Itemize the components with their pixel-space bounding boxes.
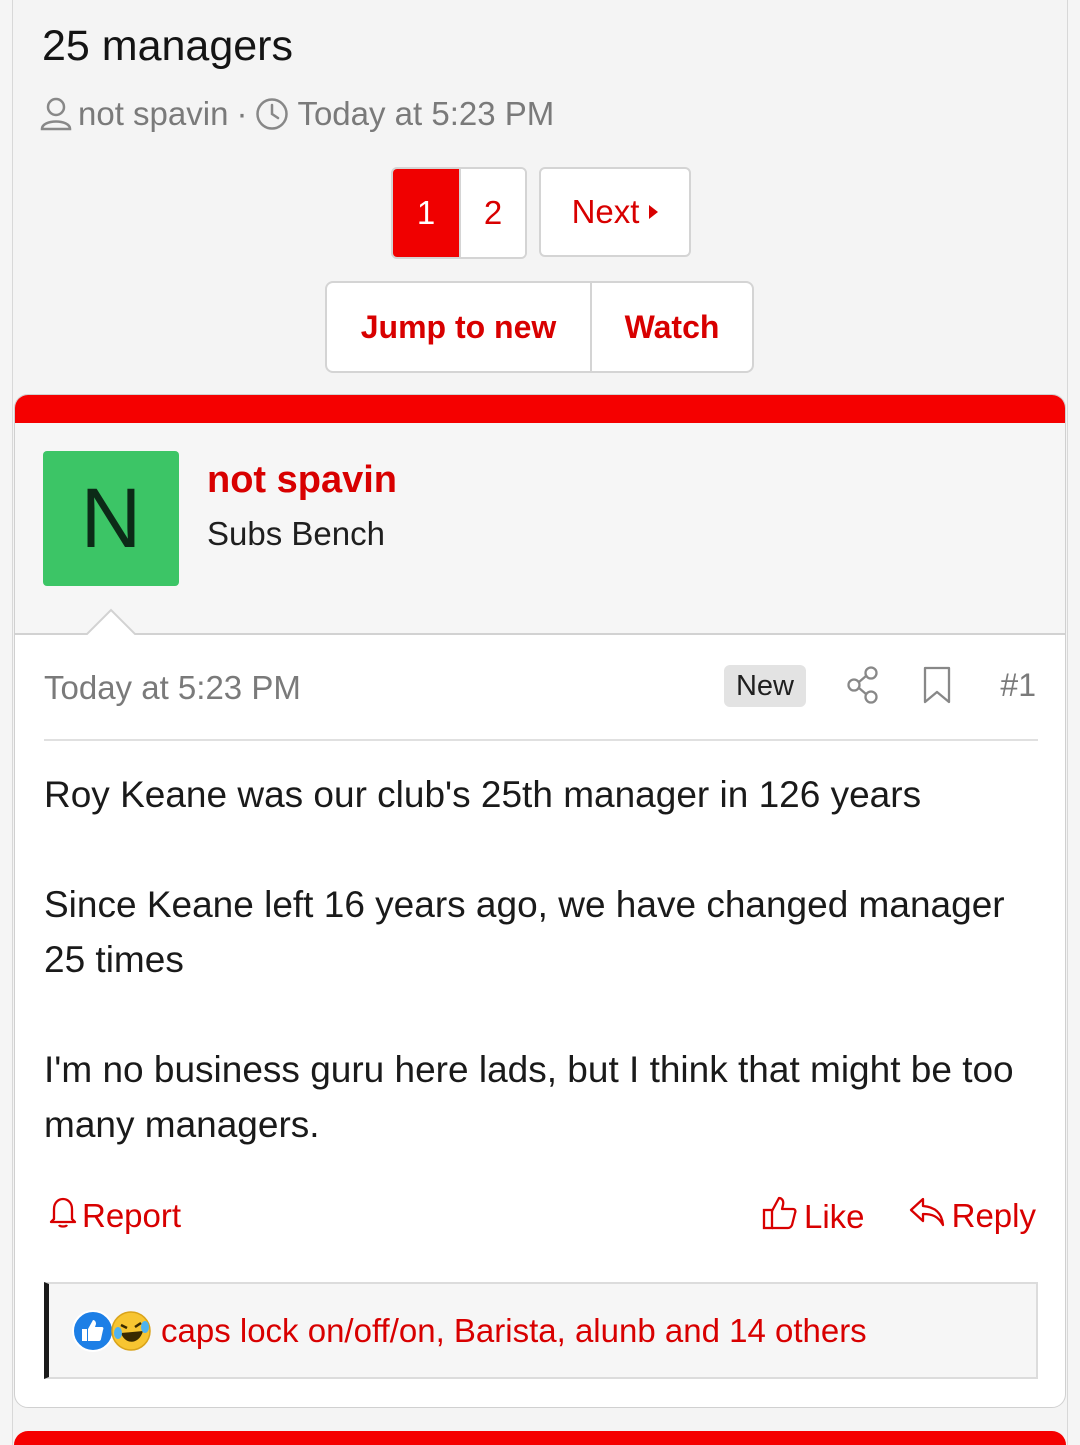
reply-label: Reply (951, 1197, 1036, 1234)
thumbs-up-icon (762, 1195, 798, 1239)
report-button[interactable]: Report (48, 1195, 181, 1237)
like-label: Like (804, 1198, 865, 1235)
post-paragraph: Roy Keane was our club's 25th manager in… (44, 774, 922, 815)
laugh-reaction-icon (111, 1310, 151, 1351)
jump-to-new-button[interactable]: Jump to new (327, 283, 590, 371)
pagination: 1 2 Next (391, 167, 691, 259)
thread-title: 25 managers (42, 22, 293, 70)
thread-author-link[interactable]: not spavin (78, 95, 228, 133)
next-post-top-bar (14, 1431, 1066, 1445)
user-block-pointer (86, 608, 136, 635)
post-footer: Report Like Reply (44, 1195, 1038, 1239)
user-title: Subs Bench (207, 515, 385, 552)
watch-button[interactable]: Watch (590, 283, 752, 371)
page-number-group: 1 2 (391, 167, 527, 259)
reply-icon (908, 1195, 946, 1237)
post: N not spavin Subs Bench Today at 5:23 PM… (14, 394, 1066, 1408)
reactions-bar[interactable]: caps lock on/off/on, Barista, alunb and … (44, 1282, 1038, 1379)
reply-button[interactable]: Reply (908, 1195, 1036, 1237)
reaction-icons (71, 1309, 153, 1353)
caret-right-icon (649, 205, 659, 219)
avatar[interactable]: N (43, 451, 179, 586)
meta-separator: · (236, 95, 248, 132)
post-top-bar (15, 395, 1065, 423)
next-page-button[interactable]: Next (539, 167, 691, 257)
post-user-block: N not spavin Subs Bench (15, 423, 1065, 635)
post-paragraph: I'm no business guru here lads, but I th… (44, 1049, 1014, 1145)
thread-meta: not spavin · Today at 5:23 PM (40, 92, 554, 136)
report-label: Report (82, 1197, 182, 1234)
bell-icon (48, 1195, 78, 1237)
thread-time[interactable]: Today at 5:23 PM (297, 95, 554, 133)
post-header: Today at 5:23 PM New #1 (44, 637, 1038, 741)
reactions-text: caps lock on/off/on, Barista, alunb and … (161, 1311, 867, 1349)
page-2-button[interactable]: 2 (459, 169, 525, 257)
post-number-link[interactable]: #1 (1000, 667, 1036, 704)
page-1-button[interactable]: 1 (393, 169, 459, 257)
post-body: Roy Keane was our club's 25th manager in… (44, 767, 1034, 1152)
bookmark-icon[interactable] (922, 665, 952, 710)
like-button[interactable]: Like (762, 1195, 865, 1239)
clock-icon (255, 97, 289, 131)
new-badge: New (724, 665, 806, 707)
post-date[interactable]: Today at 5:23 PM (44, 669, 301, 707)
thread-actions: Jump to new Watch (325, 281, 754, 373)
post-paragraph: Since Keane left 16 years ago, we have c… (44, 884, 1005, 980)
post-username[interactable]: not spavin (207, 459, 397, 502)
user-icon (40, 97, 72, 131)
next-label: Next (571, 193, 640, 230)
share-icon[interactable] (846, 665, 880, 710)
